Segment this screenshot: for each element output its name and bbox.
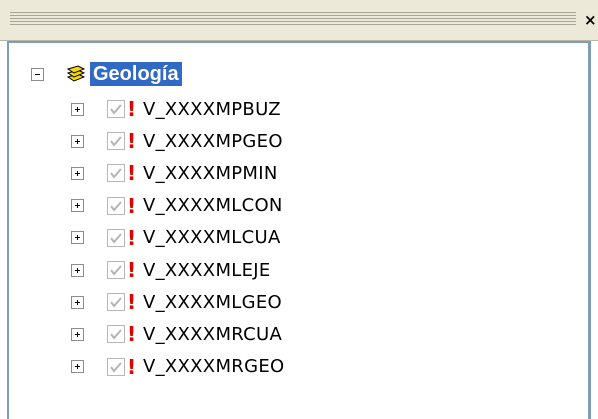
layer-item[interactable]: ! V_XXXXMLCUA	[71, 226, 281, 250]
check-icon	[110, 329, 122, 340]
expand-icon[interactable]	[71, 327, 84, 341]
layer-name[interactable]: V_XXXXMLCON	[143, 195, 283, 216]
expand-icon[interactable]	[71, 231, 84, 245]
layer-item[interactable]: ! V_XXXXMPBUZ	[71, 97, 281, 121]
expand-icon[interactable]	[71, 263, 84, 277]
layer-item[interactable]: ! V_XXXXMLEJE	[71, 258, 271, 282]
layer-visibility-checkbox[interactable]	[107, 100, 125, 118]
warning-icon: !	[127, 290, 137, 315]
layer-name[interactable]: V_XXXXMLCUA	[143, 227, 281, 248]
layer-name[interactable]: V_XXXXMPBUZ	[143, 99, 281, 120]
check-icon	[110, 265, 122, 276]
layer-name[interactable]: V_XXXXMRCUA	[143, 324, 282, 345]
check-icon	[110, 104, 122, 115]
layer-visibility-checkbox[interactable]	[107, 196, 125, 215]
grip-line	[10, 18, 576, 19]
check-icon	[110, 168, 122, 179]
layer-item[interactable]: ! V_XXXXMRCUA	[71, 322, 282, 346]
layer-visibility-checkbox[interactable]	[107, 164, 125, 183]
warning-icon: !	[127, 193, 137, 218]
layer-item[interactable]: ! V_XXXXMLGEO	[71, 290, 282, 314]
check-icon	[110, 297, 122, 308]
warning-icon: !	[127, 225, 137, 250]
layer-visibility-checkbox[interactable]	[107, 325, 125, 344]
grip-line	[10, 24, 576, 25]
group-label[interactable]: Geología	[90, 62, 182, 86]
close-icon[interactable]: ×	[584, 12, 598, 28]
layer-visibility-checkbox[interactable]	[107, 132, 125, 151]
check-icon	[110, 233, 122, 244]
check-icon	[110, 200, 122, 212]
layer-tree-panel: Geología ! V_XXXXMPBUZ ! V_XXXXMPGEO ! V…	[7, 41, 591, 419]
check-icon	[110, 136, 122, 147]
layer-visibility-checkbox[interactable]	[107, 293, 125, 312]
warning-icon: !	[127, 322, 137, 347]
warning-icon: !	[127, 258, 137, 282]
warning-icon: !	[127, 161, 137, 186]
layer-visibility-checkbox[interactable]	[107, 357, 125, 376]
layer-name[interactable]: V_XXXXMPGEO	[143, 131, 283, 152]
expand-icon[interactable]	[71, 102, 84, 116]
layer-name[interactable]: V_XXXXMLGEO	[143, 292, 282, 313]
layer-name[interactable]: V_XXXXMLEJE	[143, 260, 271, 281]
layer-item[interactable]: ! V_XXXXMLCON	[71, 194, 283, 218]
layers-icon	[66, 65, 86, 82]
tree-root-geologia[interactable]: Geología	[31, 60, 182, 88]
layer-item[interactable]: ! V_XXXXMRGEO	[71, 355, 284, 379]
window-toolbar[interactable]: ×	[0, 0, 598, 41]
layer-visibility-checkbox[interactable]	[107, 228, 125, 247]
layer-name[interactable]: V_XXXXMRGEO	[143, 356, 284, 377]
layer-item[interactable]: ! V_XXXXMPGEO	[71, 129, 283, 153]
layer-name[interactable]: V_XXXXMPMIN	[143, 163, 278, 184]
layer-visibility-checkbox[interactable]	[107, 261, 125, 279]
warning-icon: !	[127, 354, 137, 379]
expand-icon[interactable]	[71, 360, 84, 374]
expand-icon[interactable]	[71, 295, 84, 309]
grip-line	[10, 15, 576, 16]
collapse-icon[interactable]	[31, 67, 44, 81]
grip-line	[10, 21, 576, 22]
expand-icon[interactable]	[71, 166, 84, 180]
layer-item[interactable]: ! V_XXXXMPMIN	[71, 161, 278, 185]
check-icon	[110, 361, 122, 373]
warning-icon: !	[127, 97, 137, 121]
expand-icon[interactable]	[71, 134, 84, 148]
toc-window: × Geología ! V_XXXXMPBUZ ! V_XXXXMPGEO !…	[0, 0, 598, 419]
grip-line	[10, 12, 576, 13]
expand-icon[interactable]	[71, 199, 84, 213]
warning-icon: !	[127, 129, 137, 154]
